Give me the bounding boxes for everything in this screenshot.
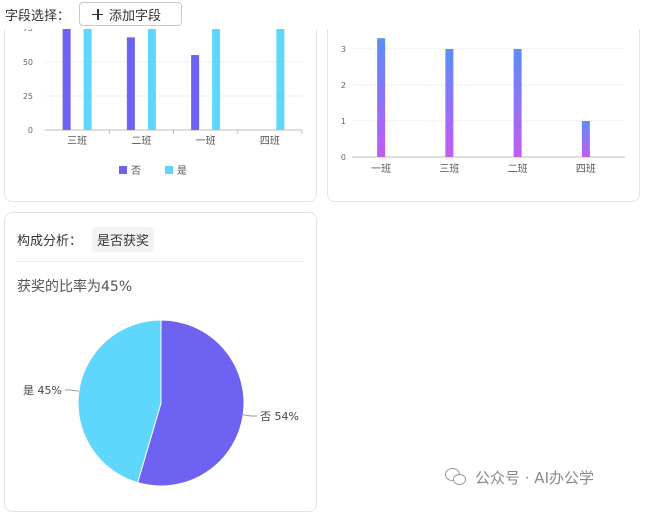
wechat-icon [445,468,467,486]
bar [191,55,200,130]
x-tick-label: 三班 [67,135,87,147]
legend-swatch [119,166,127,174]
toolbar: 字段选择： 添加字段 [0,0,645,30]
legend-label: 是 [177,165,187,177]
pie-leader-line [64,389,79,392]
watermark-text: 公众号 · AI办公学 [475,468,594,487]
bar [276,29,285,131]
add-field-button[interactable]: 添加字段 [79,2,182,26]
y-tick-label: 1 [341,117,346,126]
x-tick-label: 三班 [439,163,459,175]
pie-chart: 否 54% 是 45% [23,319,299,487]
y-tick-label: 0 [341,153,346,162]
bar [377,38,386,158]
bar [513,49,522,157]
y-tick-label: 0 [28,126,33,135]
pie-slice-label: 是 45% [23,384,62,397]
y-tick-label: 2 [341,81,346,90]
y-tick-label: 3 [341,45,346,54]
bar [62,29,71,131]
x-tick-label: 二班 [131,135,151,147]
composition-analysis-card: 构成分析： 是否获奖 获奖的比率为45% 否 54% 是 45% [4,212,317,512]
add-field-button-label: 添加字段 [109,8,162,24]
bar-chart-card-count: 0 1 2 3 一班 三班 二班 四班 [327,29,640,202]
bar [126,37,135,130]
y-tick-label: 25 [23,92,33,101]
bar [212,29,221,131]
bar [147,29,156,131]
legend-label: 否 [131,165,141,177]
y-tick-label: 50 [23,58,33,67]
bar-chart-card-by-award: 0 25 50 75 三班 二班 一班 四班否 是 [4,29,317,202]
y-tick-label: 75 [23,29,33,33]
legend-swatch [165,166,173,174]
plus-icon [92,8,103,20]
x-tick-label: 四班 [576,163,596,175]
bar [83,29,92,131]
grouped-bar-chart: 0 25 50 75 三班 二班 一班 四班否 是 [23,29,303,177]
gradient-bar-chart: 0 1 2 3 一班 三班 二班 四班 [341,38,625,175]
x-tick-label: 四班 [260,135,280,147]
x-tick-label: 一班 [196,135,216,147]
watermark: 公众号 · AI办公学 [445,464,594,490]
field-select-label: 字段选择： [5,9,71,24]
pie-leader-line [243,414,258,417]
x-tick-label: 二班 [508,163,528,175]
x-tick-label: 一班 [371,163,391,175]
bar [445,49,454,157]
pie-slice-label: 否 54% [260,410,299,423]
bar [581,121,590,157]
